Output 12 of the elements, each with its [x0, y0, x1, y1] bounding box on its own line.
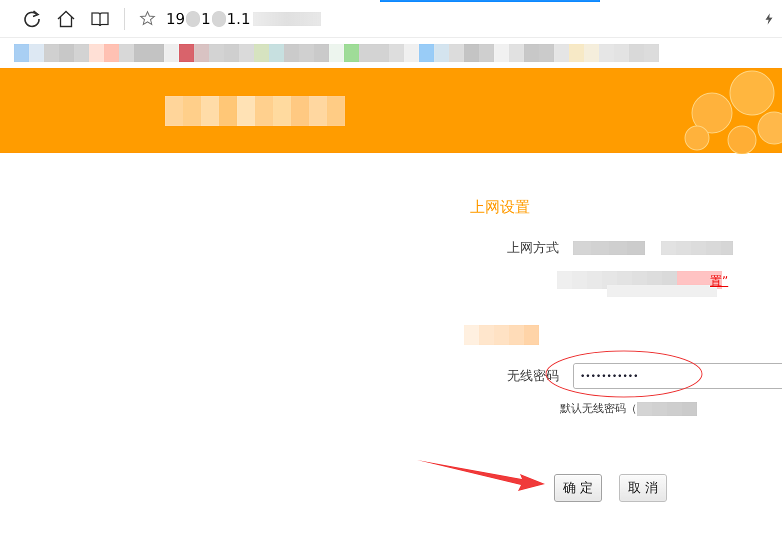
setting-link[interactable]: 置” — [710, 273, 728, 290]
default-password-hint: 默认无线密码（ — [560, 401, 637, 416]
confirm-button[interactable]: 确 定 — [554, 474, 602, 502]
cancel-button[interactable]: 取 消 — [619, 474, 667, 502]
blurred-password-drawing — [637, 402, 697, 416]
section-title: 上网设置 — [470, 198, 531, 217]
star-icon[interactable] — [139, 10, 156, 27]
password-field[interactable]: ••••••••••• — [573, 363, 782, 389]
field-label: 上网方式 — [506, 240, 559, 257]
home-icon[interactable] — [56, 8, 76, 28]
reload-icon[interactable] — [22, 8, 42, 28]
address-field[interactable]: 19 1 1.1 — [166, 10, 320, 28]
